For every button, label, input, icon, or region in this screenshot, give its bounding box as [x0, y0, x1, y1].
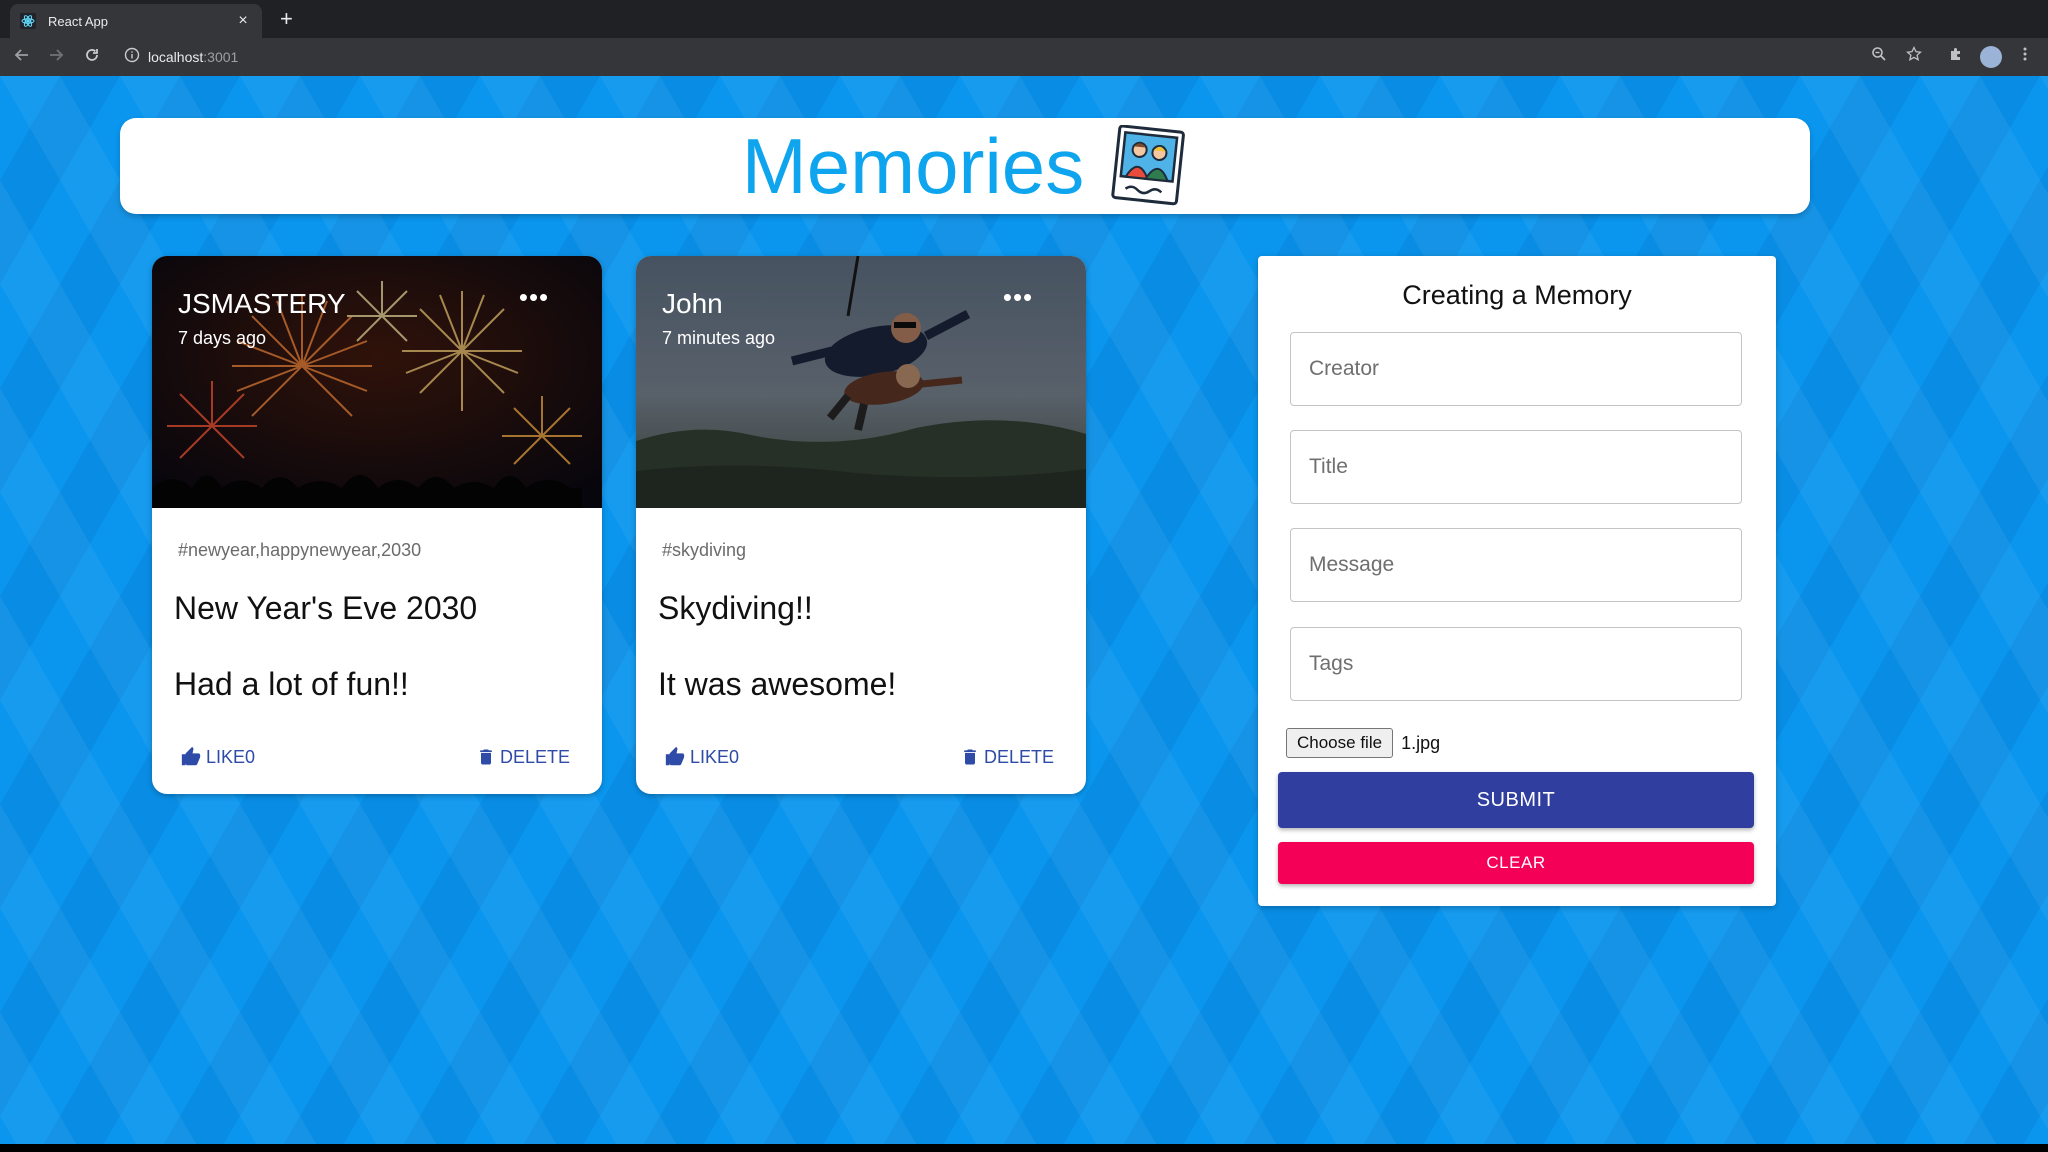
trash-icon: [476, 746, 496, 768]
like-label: LIKE0: [206, 746, 256, 767]
kebab-menu-icon[interactable]: [2014, 46, 2036, 68]
clear-button[interactable]: CLEAR: [1278, 842, 1754, 884]
delete-label: DELETE: [984, 746, 1055, 767]
card-creator: JSMASTERY: [178, 288, 346, 319]
like-button[interactable]: LIKE0: [664, 746, 739, 768]
page-title: Memories: [741, 122, 1085, 210]
tab-title: React App: [48, 13, 108, 29]
message-input[interactable]: [1290, 528, 1742, 602]
card-time: 7 days ago: [178, 328, 267, 348]
file-name: 1.jpg: [1401, 732, 1441, 753]
creator-input[interactable]: [1290, 332, 1742, 406]
browser-tab[interactable]: React App ×: [10, 4, 262, 38]
file-input: Choose file 1.jpg: [1286, 728, 1440, 758]
tags-input[interactable]: [1290, 627, 1742, 701]
card-message: It was awesome!: [658, 666, 897, 702]
delete-button[interactable]: DELETE: [476, 746, 570, 768]
thumb-up-icon: [180, 746, 202, 768]
choose-file-button[interactable]: Choose file: [1286, 728, 1394, 758]
card-title: Skydiving!!: [658, 590, 813, 626]
delete-label: DELETE: [500, 746, 571, 767]
profile-avatar[interactable]: [1980, 46, 2002, 68]
bookmark-star-icon[interactable]: [1903, 45, 1925, 68]
like-button[interactable]: LIKE0: [180, 746, 255, 768]
info-icon[interactable]: [124, 47, 140, 68]
browser-tab-bar: React App × +: [0, 0, 2048, 38]
bottom-bar: [0, 1144, 2048, 1152]
card-title: New Year's Eve 2030: [174, 590, 478, 626]
trash-icon: [960, 746, 980, 768]
thumb-up-icon: [664, 746, 686, 768]
card-image-fireworks: JSMASTERY 7 days ago •••: [152, 256, 602, 508]
back-arrow-icon[interactable]: [10, 45, 34, 69]
card-creator: John: [662, 288, 723, 319]
address-bar[interactable]: localhost:3001: [124, 44, 238, 70]
title-input[interactable]: [1290, 430, 1742, 504]
browser-toolbar: localhost:3001: [0, 38, 2048, 76]
forward-arrow-icon[interactable]: [44, 45, 68, 69]
more-horizontal-icon[interactable]: •••: [514, 282, 554, 313]
card-message: Had a lot of fun!!: [174, 666, 409, 702]
card-image-skydiving: John 7 minutes ago •••: [636, 256, 1086, 508]
react-favicon-icon: [20, 13, 36, 29]
form-heading: Creating a Memory: [1402, 280, 1632, 310]
extensions-puzzle-icon[interactable]: [1945, 46, 1967, 68]
like-label: LIKE0: [690, 746, 740, 767]
page-viewport: Memories JSMASTERY 7 days ago ••• #newye…: [0, 76, 2048, 1144]
memory-card: JSMASTERY 7 days ago ••• #newyear,happyn…: [152, 256, 602, 794]
delete-button[interactable]: DELETE: [960, 746, 1054, 768]
memory-form: Creating a Memory Choose file 1.jpg SUBM…: [1258, 256, 1776, 906]
tab-close-icon[interactable]: ×: [234, 12, 252, 30]
memory-card: John 7 minutes ago ••• #skydiving Skydiv…: [636, 256, 1086, 794]
submit-button[interactable]: SUBMIT: [1278, 772, 1754, 828]
card-tags: #newyear,happynewyear,2030: [178, 540, 422, 560]
memories-photo-icon: [1110, 124, 1188, 207]
card-tags: #skydiving: [662, 540, 747, 560]
more-horizontal-icon[interactable]: •••: [998, 282, 1038, 313]
card-time: 7 minutes ago: [662, 328, 776, 348]
url-host: localhost: [148, 49, 204, 65]
new-tab-button[interactable]: +: [280, 6, 293, 32]
zoom-icon[interactable]: [1868, 46, 1890, 68]
app-header: Memories: [120, 118, 1810, 214]
url-port: :3001: [203, 49, 239, 65]
reload-icon[interactable]: [80, 45, 104, 69]
